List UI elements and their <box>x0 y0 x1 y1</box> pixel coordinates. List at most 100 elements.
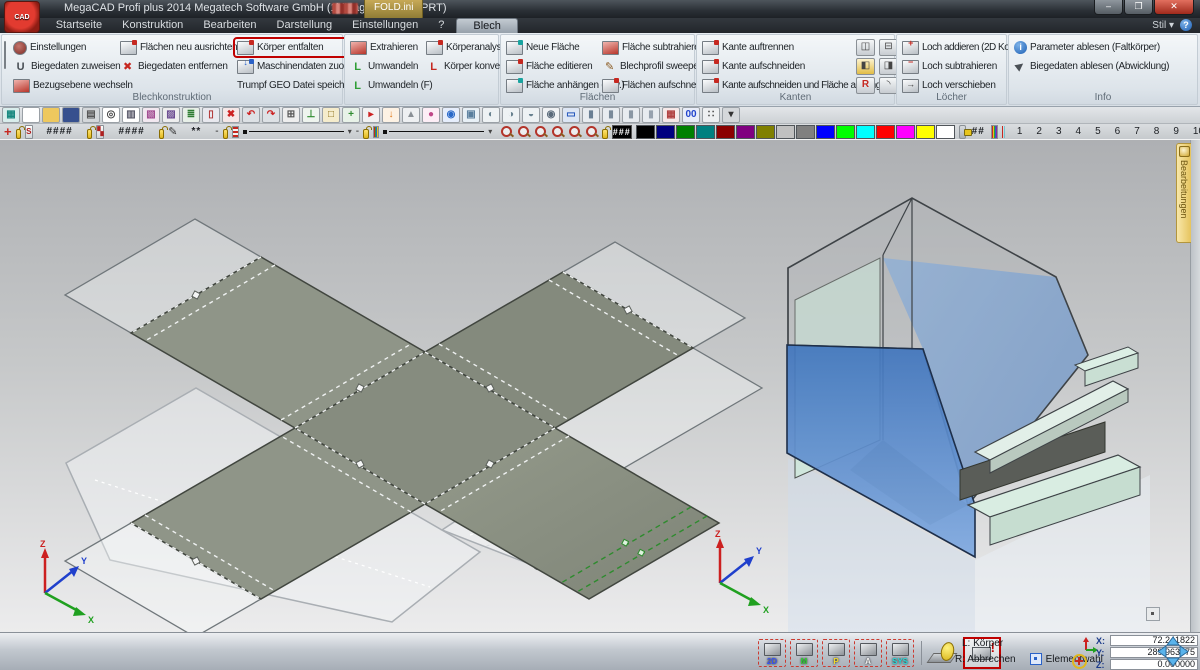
blocks-icon[interactable]: ▦ <box>662 107 680 123</box>
biegedaten-zuweisen-button[interactable]: U Biegedaten zuweisen <box>11 58 114 75</box>
biegedaten-entfernen-button[interactable]: ✖ Biegedaten entfernen <box>118 58 231 75</box>
zoom-dynamic-icon[interactable] <box>585 125 598 138</box>
flaeche-editieren-button[interactable]: Fläche editieren <box>504 58 596 75</box>
layers-icon[interactable]: ≣ <box>182 107 200 123</box>
lock-layer-icon[interactable] <box>87 129 93 139</box>
linewidth-preview[interactable] <box>383 130 484 134</box>
group-field[interactable]: #### <box>47 126 73 137</box>
cylinder-c-icon[interactable]: ▮ <box>622 107 640 123</box>
color-swatch[interactable] <box>896 125 915 139</box>
maschinendaten-zuordnen-button[interactable]: ↓ Maschinendaten zuordnen <box>235 58 347 75</box>
page-number[interactable]: 9 <box>1173 126 1179 137</box>
mode-2d-button[interactable]: 2D <box>758 639 786 667</box>
color-swatch[interactable] <box>836 125 855 139</box>
copy-pages-icon[interactable]: ▥ <box>122 107 140 123</box>
eye-icon[interactable]: ◉ <box>542 107 560 123</box>
display-icon[interactable]: ▯ <box>202 107 220 123</box>
zoom-out-icon[interactable] <box>568 125 581 138</box>
save-icon[interactable] <box>62 107 80 123</box>
color-swatch[interactable] <box>716 125 735 139</box>
linewidth-icon[interactable] <box>373 126 380 138</box>
image-options-icon[interactable]: ▨ <box>162 107 180 123</box>
cylinder-a-icon[interactable]: ▮ <box>582 107 600 123</box>
minimize-button[interactable]: – <box>1094 0 1123 15</box>
move-icon[interactable]: + <box>342 107 360 123</box>
menu-bearbeiten[interactable]: Bearbeiten <box>193 18 266 33</box>
page-number[interactable]: 5 <box>1095 126 1101 137</box>
koerper-konvertieren-button[interactable]: L Körper konvertieren <box>424 58 498 75</box>
zoom-all-icon[interactable] <box>534 125 547 138</box>
blech-panel-icon[interactable] <box>4 41 6 69</box>
loch-addieren-button[interactable]: + Loch addieren (2D Kontur) <box>900 39 1002 56</box>
color-swatch[interactable] <box>876 125 895 139</box>
loch-subtrahieren-button[interactable]: − Loch subtrahieren <box>900 58 1002 75</box>
image-icon[interactable]: ▧ <box>142 107 160 123</box>
help-icon[interactable]: ? <box>1180 19 1192 31</box>
cylinder-d-icon[interactable]: ▮ <box>642 107 660 123</box>
cube-icon[interactable]: ▣ <box>462 107 480 123</box>
kante-aufschneiden-button[interactable]: Kante aufschneiden <box>700 58 850 75</box>
erase-icon[interactable]: ✖ <box>222 107 240 123</box>
pointer-icon[interactable]: ▸ <box>362 107 380 123</box>
color-swatch[interactable] <box>916 125 935 139</box>
monitor-icon[interactable]: ▭ <box>562 107 580 123</box>
color-swatch[interactable] <box>776 125 795 139</box>
color-swatch[interactable] <box>696 125 715 139</box>
color-swatch[interactable] <box>656 125 675 139</box>
kante-auftrennen-button[interactable]: Kante auftrennen <box>700 39 850 56</box>
overflow-icon[interactable]: ▾ <box>722 107 740 123</box>
lock-linetype-icon[interactable] <box>223 129 229 139</box>
mode-p-button[interactable]: P <box>822 639 850 667</box>
lock-group-icon[interactable] <box>16 129 22 139</box>
blechprofil-sweepen-button[interactable]: ✎ Blechprofil sweepen <box>600 58 693 75</box>
palette-icon[interactable] <box>991 125 998 139</box>
linetype-icon[interactable] <box>232 126 239 138</box>
drop-icon[interactable]: ↓ <box>382 107 400 123</box>
new-file-icon[interactable] <box>22 107 40 123</box>
lock-pen-icon[interactable] <box>159 129 165 139</box>
print-preview-icon[interactable]: ◎ <box>102 107 120 123</box>
page-number[interactable]: 1 <box>1017 126 1023 137</box>
edge-tool-split-icon[interactable]: ◫ <box>856 39 875 56</box>
graphics-viewport[interactable]: Z Y X Z Y X Bearbeitungen <box>0 139 1200 633</box>
mode-a-button[interactable]: A <box>854 639 882 667</box>
bearbeitungen-tab[interactable]: Bearbeitungen <box>1176 143 1191 243</box>
layer-field[interactable]: #### <box>118 126 144 137</box>
current-color-swatch[interactable]: ### <box>612 125 632 139</box>
stil-dropdown[interactable]: Stil ▾ <box>1152 20 1174 31</box>
viewport-corner-button[interactable] <box>1146 607 1160 621</box>
color-swatch[interactable] <box>756 125 775 139</box>
open-folder-icon[interactable] <box>42 107 60 123</box>
right-panel-strip[interactable] <box>1190 140 1200 633</box>
color-swatch[interactable] <box>636 125 655 139</box>
disc-front-icon[interactable]: ◒ <box>522 107 540 123</box>
flaeche-subtrahieren-button[interactable]: Fläche subtrahieren <box>600 39 693 56</box>
grid-snap-icon[interactable]: ⊞ <box>282 107 300 123</box>
mode-m-button[interactable]: M <box>790 639 818 667</box>
koerperanalyse-button[interactable]: Körperanalyse <box>424 39 498 56</box>
disc-side-icon[interactable]: ◑ <box>502 107 520 123</box>
color-swatch[interactable] <box>736 125 755 139</box>
bars-icon[interactable] <box>1002 126 1005 138</box>
einstellungen-button[interactable]: Einstellungen <box>11 39 114 56</box>
linetype-dropdown-icon[interactable]: ▾ <box>348 127 352 136</box>
umwandeln-f-button[interactable]: L Umwandeln (F) <box>348 77 420 94</box>
menu-startseite[interactable]: Startseite <box>46 18 112 33</box>
zoom-previous-icon[interactable] <box>517 125 530 138</box>
page-number[interactable]: 8 <box>1154 126 1160 137</box>
box-select-icon[interactable]: □ <box>322 107 340 123</box>
menu-einstellungen[interactable]: Einstellungen <box>342 18 428 33</box>
elementwahl-toggle[interactable]: Elementwahl <box>1030 653 1103 665</box>
redo-icon[interactable]: ↷ <box>262 107 280 123</box>
app-grid-icon[interactable]: ▦ <box>2 107 20 123</box>
cylinder-b-icon[interactable]: ▮ <box>602 107 620 123</box>
page-number[interactable]: 2 <box>1036 126 1042 137</box>
linewidth-dropdown-icon[interactable]: ▾ <box>488 127 492 136</box>
menu-konstruktion[interactable]: Konstruktion <box>112 18 193 33</box>
matrix-icon[interactable]: ∷ <box>702 107 720 123</box>
pan-control[interactable] <box>1150 635 1196 668</box>
color-picker-icon[interactable] <box>959 125 966 139</box>
color-swatch[interactable] <box>856 125 875 139</box>
zoom-in-icon[interactable] <box>551 125 564 138</box>
color-swatch[interactable] <box>936 125 955 139</box>
